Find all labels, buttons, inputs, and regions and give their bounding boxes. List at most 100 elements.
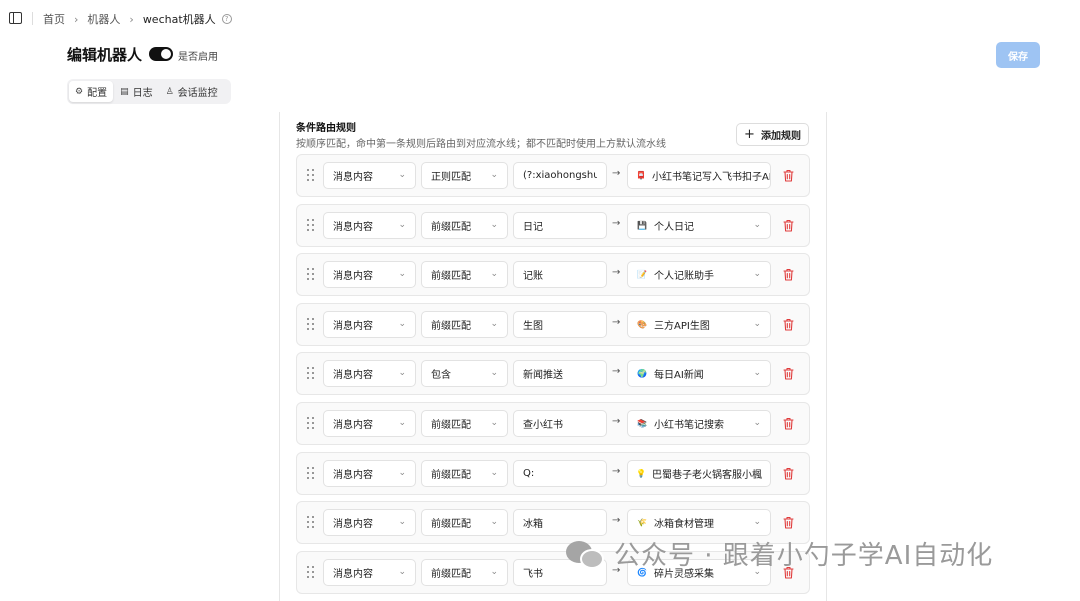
arrow-right-icon: → — [612, 366, 621, 377]
trash-icon[interactable] — [783, 268, 794, 281]
match-type-value: 前缀匹配 — [431, 420, 471, 431]
breadcrumb-home[interactable]: 首页 — [43, 11, 65, 27]
chevron-down-icon: ⌄ — [398, 468, 406, 478]
chevron-down-icon: ⌄ — [398, 418, 406, 428]
top-bar: 首页 › 机器人 › wechat机器人 ? — [0, 0, 1080, 38]
pipeline-select-value: 个人记账助手 — [654, 271, 714, 282]
drag-handle-icon[interactable] — [307, 169, 315, 181]
save-button[interactable]: 保存 — [996, 42, 1040, 68]
field-select[interactable]: 消息内容 ⌄ — [323, 509, 416, 536]
pipeline-select[interactable]: 📚 小红书笔记搜索 ⌄ — [627, 410, 771, 437]
field-select[interactable]: 消息内容 ⌄ — [323, 212, 416, 239]
chevron-down-icon: ⌄ — [490, 368, 498, 378]
trash-icon[interactable] — [783, 219, 794, 232]
rule-row: 消息内容 ⌄ 前缀匹配 ⌄ → 📚 小红书笔记搜索 ⌄ — [296, 402, 810, 445]
field-select-value: 消息内容 — [333, 370, 373, 381]
chevron-down-icon: ⌄ — [398, 220, 406, 230]
field-select[interactable]: 消息内容 ⌄ — [323, 360, 416, 387]
chevron-down-icon: ⌄ — [753, 418, 761, 428]
pipeline-select[interactable]: 📮 小红书笔记写入飞书扣子API ⌄ — [627, 162, 771, 189]
match-value-input[interactable] — [513, 261, 607, 288]
add-rule-label: 添加规则 — [760, 131, 801, 142]
sidebar-toggle-icon[interactable] — [9, 12, 22, 24]
match-type-select[interactable]: 前缀匹配 ⌄ — [421, 212, 508, 239]
trash-icon[interactable] — [783, 516, 794, 529]
rule-row: 消息内容 ⌄ 前缀匹配 ⌄ → 💡巴蜀巷子老火锅客服小楓⌄ — [296, 452, 810, 495]
pipeline-select-value: 小红书笔记搜索 — [654, 420, 724, 431]
drag-handle-icon[interactable] — [307, 516, 315, 528]
chevron-down-icon: ⌄ — [490, 269, 498, 279]
drag-handle-icon[interactable] — [307, 467, 315, 479]
tab-bar: ⚙ 配置 ▤ 日志 ♙ 会话监控 — [67, 79, 231, 104]
tab-logs[interactable]: ▤ 日志 — [114, 81, 159, 102]
add-rule-button[interactable]: + 添加规则 — [736, 123, 809, 146]
watermark: 公众号 · 跟着小勺子学AI自动化 — [566, 535, 993, 572]
pipeline-emoji-icon: 📚 — [637, 418, 647, 428]
chevron-down-icon: ⌄ — [753, 269, 761, 279]
match-type-value: 前缀匹配 — [431, 569, 471, 580]
match-type-value: 正则匹配 — [431, 172, 471, 183]
match-value-input[interactable] — [513, 311, 607, 338]
field-select[interactable]: 消息内容 ⌄ — [323, 162, 416, 189]
trash-icon[interactable] — [783, 318, 794, 331]
match-type-select[interactable]: 前缀匹配 ⌄ — [421, 410, 508, 437]
trash-icon[interactable] — [783, 367, 794, 380]
field-select-value: 消息内容 — [333, 519, 373, 530]
field-select-value: 消息内容 — [333, 321, 373, 332]
breadcrumb-bots[interactable]: 机器人 — [87, 11, 120, 27]
pipeline-select[interactable]: 🎨 三方API生图 ⌄ — [627, 311, 771, 338]
match-type-select[interactable]: 前缀匹配 ⌄ — [421, 261, 508, 288]
match-type-select[interactable]: 前缀匹配 ⌄ — [421, 509, 508, 536]
match-type-select[interactable]: 包含 ⌄ — [421, 360, 508, 387]
watermark-text: 公众号 · 跟着小勺子学AI自动化 — [614, 541, 994, 571]
chevron-down-icon: ⌄ — [490, 418, 498, 428]
drag-handle-icon[interactable] — [307, 367, 315, 379]
drag-handle-icon[interactable] — [307, 268, 315, 280]
chevron-down-icon: ⌄ — [398, 170, 406, 180]
field-select[interactable]: 消息内容 ⌄ — [323, 460, 416, 487]
field-select-value: 消息内容 — [333, 172, 373, 183]
tab-session-monitor[interactable]: ♙ 会话监控 — [160, 81, 224, 102]
pipeline-select[interactable]: 🌾 冰箱食材管理 ⌄ — [627, 509, 771, 536]
pipeline-select[interactable]: 💾 个人日记 ⌄ — [627, 212, 771, 239]
field-select[interactable]: 消息内容 ⌄ — [323, 311, 416, 338]
match-type-select[interactable]: 前缀匹配 ⌄ — [421, 311, 508, 338]
match-value-input[interactable] — [513, 212, 607, 239]
drag-handle-icon[interactable] — [307, 318, 315, 330]
trash-icon[interactable] — [783, 169, 794, 182]
help-icon[interactable]: ? — [221, 14, 232, 24]
pipeline-emoji-icon: 🎨 — [637, 319, 647, 329]
match-value-input[interactable] — [513, 509, 607, 536]
trash-icon[interactable] — [783, 467, 794, 480]
drag-handle-icon[interactable] — [307, 219, 315, 231]
pipeline-select[interactable]: 📝 个人记账助手 ⌄ — [627, 261, 771, 288]
field-select[interactable]: 消息内容 ⌄ — [323, 410, 416, 437]
enable-toggle-label: 是否启用 — [178, 52, 218, 63]
section-description: 按顺序匹配，命中第一条规则后路由到对应流水线；都不匹配时使用上方默认流水线 — [296, 139, 666, 150]
match-type-select[interactable]: 前缀匹配 ⌄ — [421, 460, 508, 487]
trash-icon[interactable] — [783, 417, 794, 430]
field-select[interactable]: 消息内容 ⌄ — [323, 261, 416, 288]
chevron-down-icon: ⌄ — [490, 468, 498, 478]
enable-toggle[interactable] — [149, 47, 173, 61]
drag-handle-icon[interactable] — [307, 566, 315, 578]
field-select[interactable]: 消息内容 ⌄ — [323, 559, 416, 586]
rule-row: 消息内容 ⌄ 正则匹配 ⌄ → 📮小红书笔记写入飞书扣子API⌄ — [296, 154, 810, 197]
tab-config[interactable]: ⚙ 配置 — [69, 81, 114, 102]
pipeline-select-value: 每日AI新闻 — [654, 370, 704, 381]
match-type-select[interactable]: 正则匹配 ⌄ — [421, 162, 508, 189]
pipeline-select[interactable]: 🌍 每日AI新闻 ⌄ — [627, 360, 771, 387]
rule-row: 消息内容 ⌄ 包含 ⌄ → 🌍 每日AI新闻 ⌄ — [296, 352, 810, 395]
match-value-input[interactable] — [513, 460, 607, 487]
match-type-value: 包含 — [431, 370, 451, 381]
match-type-value: 前缀匹配 — [431, 519, 471, 530]
arrow-right-icon: → — [612, 416, 621, 427]
match-value-input[interactable] — [513, 360, 607, 387]
drag-handle-icon[interactable] — [307, 417, 315, 429]
pipeline-emoji-icon: 💾 — [637, 220, 647, 230]
match-value-input[interactable] — [513, 162, 607, 189]
match-type-select[interactable]: 前缀匹配 ⌄ — [421, 559, 508, 586]
match-value-input[interactable] — [513, 410, 607, 437]
plus-icon: + — [744, 127, 755, 142]
pipeline-select[interactable]: 💡 巴蜀巷子老火锅客服小楓 ⌄ — [627, 460, 771, 487]
